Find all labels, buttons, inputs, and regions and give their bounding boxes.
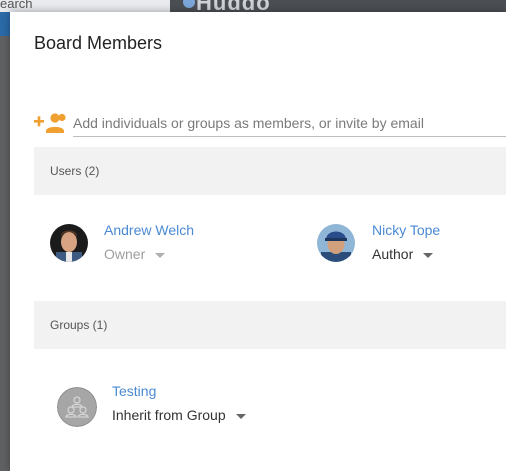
role-label-nicky-tope: Author (372, 246, 414, 262)
app-side-accent (0, 12, 10, 36)
role-label-testing: Inherit from Group (112, 407, 226, 423)
users-section-header: Users (2) (34, 147, 506, 195)
groups-section-header: Groups (1) (34, 301, 506, 349)
caret-down-icon (155, 252, 166, 258)
users-section-label: Users (2) (50, 164, 100, 178)
member-name-nicky-tope[interactable]: Nicky Tope (372, 222, 440, 238)
role-dropdown-testing[interactable]: Inherit from Group (112, 407, 246, 423)
caret-down-icon (235, 413, 246, 419)
member-name-andrew-welch[interactable]: Andrew Welch (104, 222, 194, 238)
role-label-andrew-welch: Owner (104, 246, 146, 262)
group-name-testing[interactable]: Testing (112, 383, 156, 399)
add-person-icon (34, 113, 66, 133)
caret-down-icon (423, 252, 434, 258)
role-dropdown-andrew-welch[interactable]: Owner (104, 246, 166, 262)
avatar-nicky-tope (317, 224, 355, 262)
groups-section-label: Groups (1) (50, 318, 108, 332)
role-dropdown-nicky-tope[interactable]: Author (372, 246, 434, 262)
board-members-dialog: Board Members Users (2) Andrew Welch Own… (10, 12, 506, 471)
dialog-title: Board Members (34, 33, 163, 53)
add-member-input[interactable] (73, 110, 506, 137)
group-icon (57, 387, 97, 427)
app-search-text: earch (0, 0, 33, 11)
avatar-andrew-welch (50, 224, 88, 262)
